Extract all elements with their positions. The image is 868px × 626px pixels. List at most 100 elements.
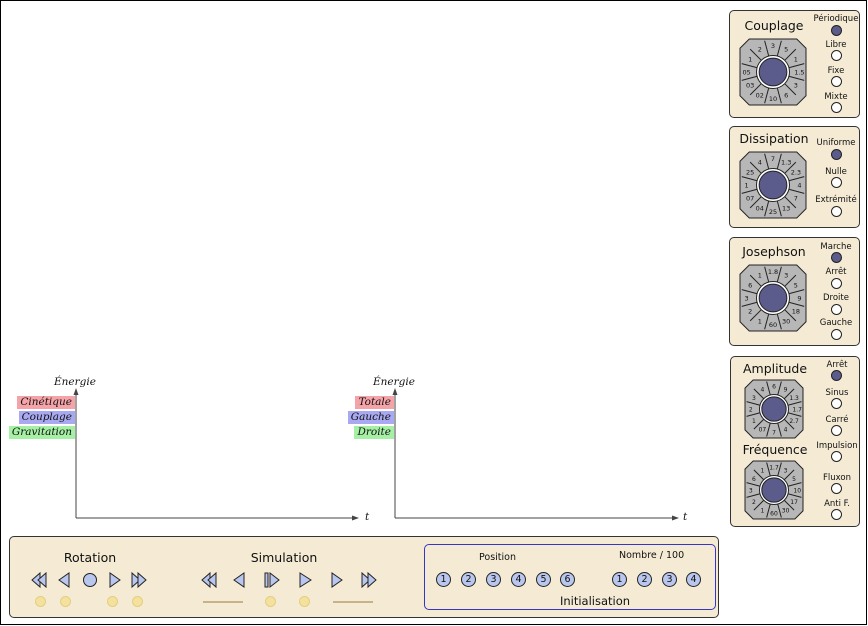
option-mixte-radio[interactable] [831, 102, 842, 113]
option-arret-excitation-radio[interactable] [831, 370, 842, 381]
option-arret-radio[interactable] [831, 278, 842, 289]
option-marche-label: Marche [820, 242, 852, 252]
dial-value-label: 60 [769, 321, 777, 329]
option-fixe-radio[interactable] [831, 76, 842, 87]
dial-value-label: 02 [756, 91, 764, 99]
dial-value-label: 4 [760, 386, 764, 393]
couplage-panel: Couplage 5 1 1.5 3 6 10 02 03 05 1 2 3 Périodique L… [729, 10, 860, 118]
rotate-right-icon[interactable] [104, 570, 124, 590]
option-nulle-radio[interactable] [831, 177, 842, 188]
sim-fast-forward-icon[interactable] [358, 570, 378, 590]
dial-value-label: 1 [758, 272, 762, 280]
dial-value-label: 4 [797, 182, 801, 190]
couplage-dial[interactable]: 511.5361002030512 3 [738, 37, 808, 107]
left-xlabel: t [365, 511, 370, 523]
rotate-fast-left-icon[interactable] [30, 570, 50, 590]
option-antifluxon-label: Anti F. [824, 499, 850, 509]
dial-value-label: 6 [752, 476, 756, 483]
position-button-2[interactable]: 2 [461, 572, 476, 587]
dial-value-label: 04 [756, 204, 764, 212]
dial-value-label: 4 [758, 159, 762, 167]
control-panel: Rotation Simulation Position Nombre / 10… [9, 536, 719, 618]
dial-value-label: 07 [746, 195, 754, 203]
nombre-button-3[interactable]: 3 [662, 572, 677, 587]
option-sinus-label: Sinus [825, 388, 849, 398]
sim-step-backward-icon[interactable] [230, 570, 250, 590]
option-gauche-label: Gauche [819, 318, 853, 328]
dial-value-label: 2 [749, 407, 753, 414]
dial-value-label: 1 [758, 317, 762, 325]
frequence-dial[interactable]: 351017306012361 1.7 [743, 459, 805, 521]
initialisation-box: Position Nombre / 100 1 2 3 4 5 6 1 2 3 … [424, 544, 716, 610]
dial-value-label: 25 [769, 208, 777, 216]
amplitude-dial[interactable]: 91.31.72.747071234 6 [743, 378, 805, 440]
position-button-1[interactable]: 1 [436, 572, 451, 587]
dial-value-label: 3 [752, 395, 756, 402]
option-periodique-radio[interactable] [831, 25, 842, 36]
dial-value-label: 1.7 [792, 407, 802, 414]
option-gauche-radio[interactable] [831, 329, 842, 340]
dial-value-label: 1 [794, 55, 798, 63]
dissipation-dial[interactable]: 1.32.3 4 7 13 25 0407 1 25 4 7 [738, 150, 808, 220]
josephson-dial[interactable]: 35918306012361 1.8 [738, 263, 808, 333]
legend-gravitation: Gravitation [8, 426, 75, 439]
josephson-panel: Josephson 3 5 9 18 30 60 1 2 3 6 1 1.8 Marche Arrêt… [729, 237, 860, 346]
dial-value-label: 30 [782, 317, 790, 325]
dial-value-label: 60 [770, 511, 778, 518]
option-uniforme-radio[interactable] [831, 149, 842, 160]
rotate-left-icon[interactable] [55, 570, 75, 590]
option-marche-radio[interactable] [831, 252, 842, 263]
dial-value-label: 3 [784, 272, 788, 280]
dial-value-label: 2.7 [789, 418, 799, 425]
dial-value-label: 7 [794, 195, 798, 203]
dial-value-label: 13 [782, 204, 790, 212]
rotation-led-1 [35, 596, 46, 607]
couplage-title: Couplage [744, 18, 804, 33]
option-impulsion-radio[interactable] [831, 451, 842, 462]
sim-pause-icon[interactable] [262, 570, 282, 590]
sim-play-icon[interactable] [295, 570, 315, 590]
dial-value-label: 1.7 [769, 464, 779, 471]
legend-couplage: Couplage [18, 411, 75, 424]
option-droite-radio[interactable] [831, 304, 842, 315]
dial-value-label: 1.5 [794, 69, 804, 77]
option-libre-radio[interactable] [831, 50, 842, 61]
initialisation-label: Initialisation [559, 594, 631, 608]
sim-step-forward-icon[interactable] [326, 570, 346, 590]
rotate-fast-right-icon[interactable] [128, 570, 148, 590]
option-mixte-label: Mixte [824, 92, 848, 102]
position-button-4[interactable]: 4 [511, 572, 526, 587]
option-sinus-radio[interactable] [831, 398, 842, 409]
dial-value-label: 17 [790, 499, 798, 506]
dissipation-title: Dissipation [739, 131, 809, 146]
dial-value-label: 5 [794, 281, 798, 289]
dial-value-label: 6 [748, 281, 752, 289]
position-button-3[interactable]: 3 [486, 572, 501, 587]
legend-cinetique: Cinétique [17, 396, 75, 409]
rotation-led-2 [60, 596, 71, 607]
frequence-title: Fréquence [742, 442, 808, 457]
option-fluxon-radio[interactable] [831, 483, 842, 494]
option-antifluxon-radio[interactable] [831, 509, 842, 520]
option-extremite-radio[interactable] [831, 206, 842, 217]
nombre-button-2[interactable]: 2 [637, 572, 652, 587]
sim-fast-backward-icon[interactable] [200, 570, 220, 590]
dial-value-label: 3 [771, 42, 775, 50]
dial-value-label: 1.8 [768, 268, 778, 276]
option-fluxon-label: Fluxon [823, 473, 851, 483]
dial-value-label: 18 [792, 308, 800, 316]
option-impulsion-label: Impulsion [816, 441, 858, 451]
excitation-panel: Amplitude 9 1.3 1.7 2.7 4 7 07 1 2 3 4 6 Fréquence … [730, 356, 860, 527]
dial-value-label: 1.3 [781, 159, 791, 167]
position-button-5[interactable]: 5 [536, 572, 551, 587]
nombre-button-4[interactable]: 4 [686, 572, 701, 587]
dial-value-label: 3 [784, 467, 788, 474]
nombre-button-1[interactable]: 1 [612, 572, 627, 587]
dial-value-label: 3 [745, 295, 749, 303]
dial-value-label: 9 [784, 386, 788, 393]
dial-value-label: 03 [746, 82, 754, 90]
rotate-stop-icon[interactable] [80, 570, 100, 590]
position-button-6[interactable]: 6 [560, 572, 575, 587]
option-carre-radio[interactable] [831, 425, 842, 436]
josephson-title: Josephson [742, 244, 806, 259]
